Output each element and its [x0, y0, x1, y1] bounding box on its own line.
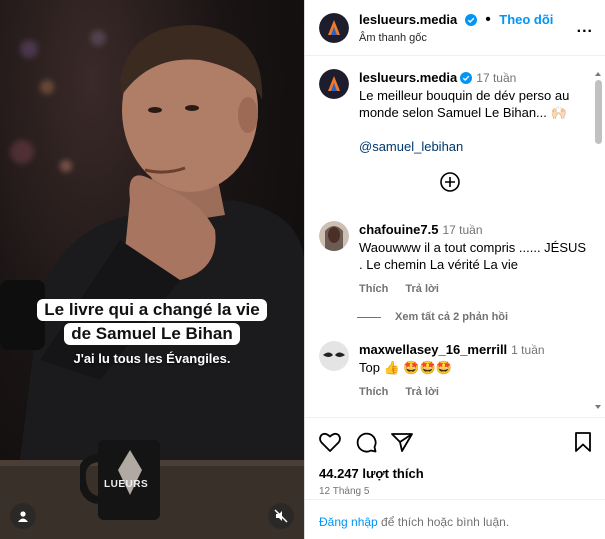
scrollbar[interactable] — [595, 72, 602, 409]
view-replies-button[interactable]: Xem tất cả 2 phản hồi — [357, 311, 508, 323]
comment-reply-button[interactable]: Trả lời — [405, 386, 439, 398]
comment-like-button[interactable]: Thích — [359, 283, 388, 295]
avatar[interactable] — [319, 69, 349, 99]
comment-item: maxwellasey_16_merrill 1 tuần Top 👍 🤩🤩🤩 T… — [319, 341, 589, 401]
video-caption-line1: Le livre qui a changé la vie — [0, 299, 304, 321]
audio-label[interactable]: Âm thanh gốc — [359, 32, 577, 44]
mute-button[interactable] — [268, 503, 294, 529]
bookmark-icon — [575, 432, 591, 452]
comment-icon — [356, 432, 377, 453]
login-prompt: Đăng nhập để thích hoặc bình luận. — [305, 499, 605, 539]
comment-text: Top 👍 🤩🤩🤩 — [359, 360, 452, 375]
comment-username[interactable]: chafouine7.5 — [359, 222, 438, 237]
post-date[interactable]: 12 Tháng 5 — [319, 486, 592, 497]
login-link[interactable]: Đăng nhập — [319, 515, 378, 529]
follow-button[interactable]: Theo dõi — [499, 12, 553, 27]
comment-text: Waouwww il a tout compris ...... JÉSUS .… — [359, 240, 587, 272]
post-header: leslueurs.media • Theo dõi Âm thanh gốc … — [305, 0, 605, 56]
caption-text: Le meilleur bouquin de dév perso au mond… — [359, 88, 570, 120]
verified-icon — [464, 14, 477, 26]
comment-button[interactable] — [355, 431, 377, 453]
comment-like-button[interactable]: Thích — [359, 386, 388, 398]
verified-icon — [460, 72, 473, 84]
video-caption-line2: de Samuel Le Bihan — [0, 323, 304, 345]
post-username[interactable]: leslueurs.media — [359, 12, 457, 27]
video-player[interactable]: Le livre qui a changé la vie de Samuel L… — [0, 0, 304, 539]
like-button[interactable] — [319, 432, 341, 452]
more-options-button[interactable]: ... — [577, 19, 593, 37]
avatar[interactable] — [319, 341, 349, 371]
add-circle-icon[interactable] — [440, 172, 460, 192]
comments-scroll[interactable]: leslueurs.media 17 tuần Le meilleur bouqu… — [305, 57, 605, 417]
post-sidebar: leslueurs.media • Theo dõi Âm thanh gốc … — [304, 0, 605, 539]
avatar[interactable] — [319, 221, 349, 251]
user-tag-button[interactable] — [10, 503, 36, 529]
share-icon — [391, 433, 413, 452]
scrollbar-thumb[interactable] — [595, 80, 602, 144]
mention-link[interactable]: @samuel_lebihan — [359, 138, 589, 155]
heart-icon — [319, 432, 341, 452]
mute-icon — [274, 509, 288, 523]
share-button[interactable] — [391, 432, 413, 452]
save-button[interactable] — [574, 432, 592, 452]
comment-time: 1 tuần — [511, 343, 545, 357]
comment-time: 17 tuần — [442, 223, 483, 237]
post-actions: 44.247 lượt thích 12 Tháng 5 — [305, 417, 605, 497]
comment-reply-button[interactable]: Trả lời — [405, 283, 439, 295]
post-dialog: Le livre qui a changé la vie de Samuel L… — [0, 0, 605, 539]
post-caption: leslueurs.media 17 tuần Le meilleur bouqu… — [319, 69, 589, 155]
comment-item: chafouine7.5 17 tuần Waouwww il a tout co… — [319, 221, 589, 298]
caption-username[interactable]: leslueurs.media — [359, 70, 457, 85]
mug-logo: LUEURS — [104, 479, 149, 490]
video-subtitle: J'ai lu tous les Évangiles. — [73, 351, 231, 366]
likes-count[interactable]: 44.247 lượt thích — [319, 466, 592, 481]
avatar[interactable] — [319, 12, 349, 43]
caption-time: 17 tuần — [476, 71, 517, 85]
comment-username[interactable]: maxwellasey_16_merrill — [359, 342, 507, 357]
user-icon — [18, 511, 28, 522]
